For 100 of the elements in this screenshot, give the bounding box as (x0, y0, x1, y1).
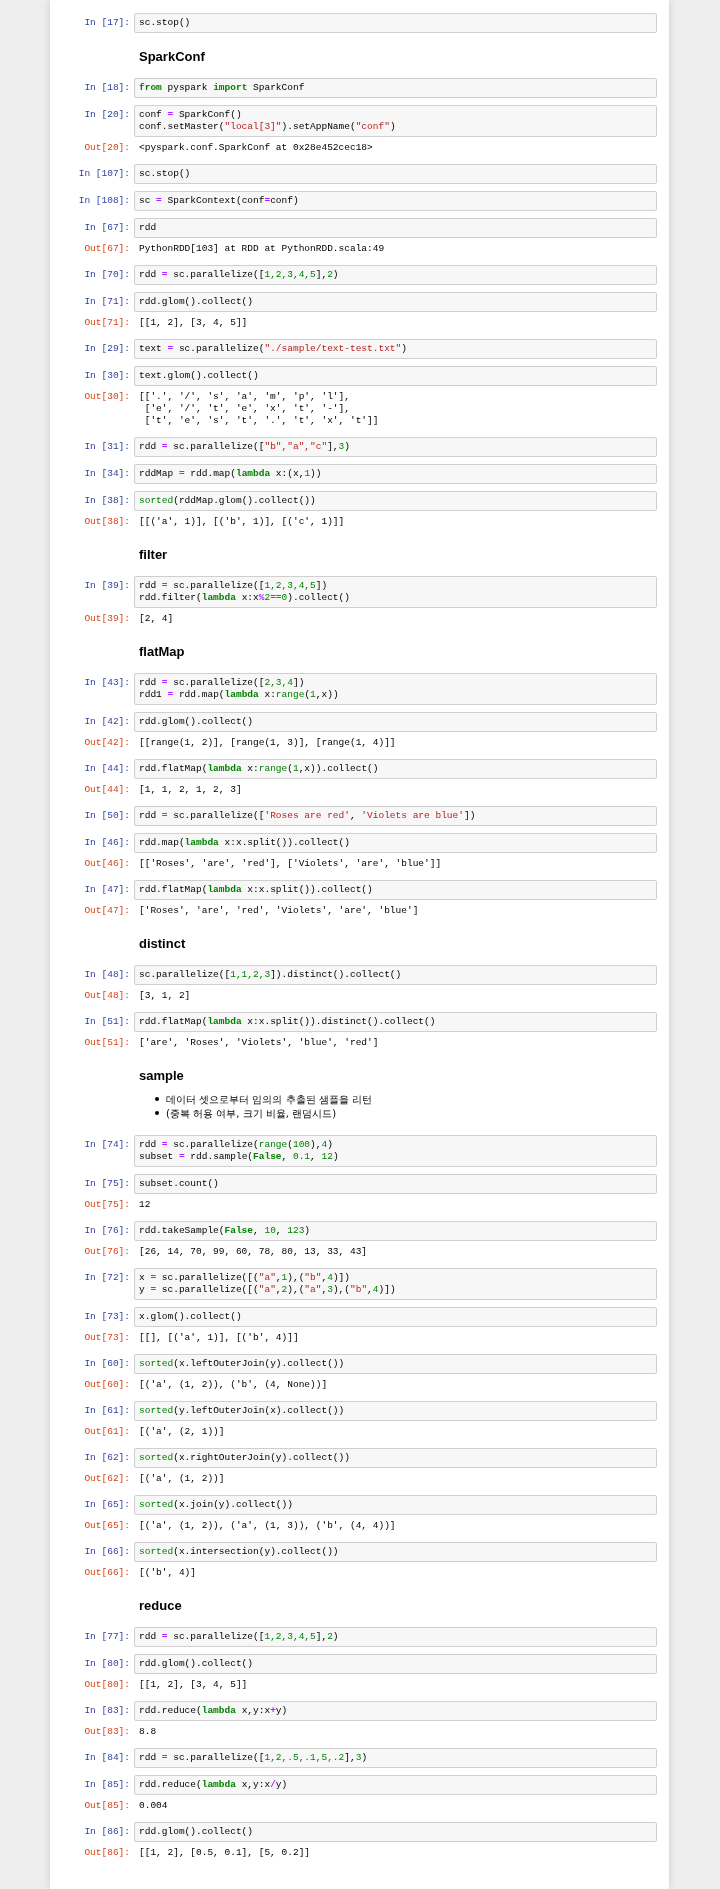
section-heading: sample (139, 1068, 185, 1084)
code-line: rdd = sc.parallelize([2,3,4]) (139, 677, 306, 689)
input-prompt: In [108]: (77, 194, 131, 207)
output-text: [('a', (2, 1))] (139, 1426, 226, 1438)
code-line: sorted(x.intersection(y).collect()) (139, 1546, 340, 1558)
code-cell[interactable]: sorted(x.join(y).collect()) (134, 1495, 657, 1515)
code-cell[interactable]: rdd = sc.parallelize([2,3,4]) rdd1 = rdd.map(lambda x:range(1,x)) (134, 673, 657, 705)
code-line: rdd = sc.parallelize(['Roses are red', 'Violets are blue']) (139, 810, 477, 822)
section-heading: distinct (139, 936, 187, 952)
output-prompt: Out[62]: (83, 1472, 131, 1485)
code-cell[interactable]: rdd.flatMap(lambda x:x.split()).distinct().collect() (134, 1012, 657, 1032)
code-line: rdd (139, 222, 158, 234)
code-line: rdd.map(lambda x:x.split()).collect() (139, 837, 351, 849)
section-heading: filter (139, 547, 169, 563)
code-line: rdd = sc.parallelize([1,2,.5,.1,5,.2],3) (139, 1752, 369, 1764)
code-cell[interactable]: rdd = sc.parallelize([1,2,3,4,5]) rdd.filter(lambda x:x%2==0).collect() (134, 576, 657, 608)
code-cell[interactable]: rdd = sc.parallelize([1,2,.5,.1,5,.2],3) (134, 1748, 657, 1768)
code-line: rdd.filter(lambda x:x%2==0).collect() (139, 592, 351, 604)
code-cell[interactable]: rdd = sc.parallelize(["b","a","c"],3) (134, 437, 657, 457)
input-prompt: In [75]: (83, 1177, 131, 1190)
code-cell[interactable]: text = sc.parallelize("./sample/text-test.txt") (134, 339, 657, 359)
section-heading: flatMap (139, 644, 186, 660)
code-line: sorted(x.leftOuterJoin(y).collect()) (139, 1358, 346, 1370)
input-prompt: In [39]: (83, 579, 131, 592)
code-cell[interactable]: sc.parallelize([1,1,2,3]).distinct().collect() (134, 965, 657, 985)
code-line: text = sc.parallelize("./sample/text-test.txt") (139, 343, 408, 355)
output-prompt: Out[42]: (83, 736, 131, 749)
code-cell[interactable]: rdd = sc.parallelize([1,2,3,4,5],2) (134, 265, 657, 285)
code-line: from pyspark import SparkConf (139, 82, 306, 94)
input-prompt: In [62]: (83, 1451, 131, 1464)
input-prompt: In [29]: (83, 342, 131, 355)
code-cell[interactable]: rdd.map(lambda x:x.split()).collect() (134, 833, 657, 853)
output-text: ['are', 'Roses', 'Violets', 'blue', 'red'] (139, 1037, 380, 1049)
output-prompt: Out[60]: (83, 1378, 131, 1391)
input-prompt: In [20]: (83, 108, 131, 121)
code-cell[interactable]: sorted(x.rightOuterJoin(y).collect()) (134, 1448, 657, 1468)
code-cell[interactable]: rdd = sc.parallelize(['Roses are red', 'Violets are blue']) (134, 806, 657, 826)
code-cell[interactable]: sc.stop() (134, 13, 657, 33)
code-line: rdd.flatMap(lambda x:x.split()).collect() (139, 884, 374, 896)
input-prompt: In [30]: (83, 369, 131, 382)
code-cell[interactable]: x.glom().collect() (134, 1307, 657, 1327)
code-line: text.glom().collect() (139, 370, 260, 382)
code-cell[interactable]: rdd.reduce(lambda x,y:x+y) (134, 1701, 657, 1721)
code-cell[interactable]: x = sc.parallelize([("a",1),("b",4)]) y = sc.parallelize([("a",2),("a",3),("b",4)]) (134, 1268, 657, 1300)
code-cell[interactable]: from pyspark import SparkConf (134, 78, 657, 98)
code-cell[interactable]: sc = SparkContext(conf=conf) (134, 191, 657, 211)
code-cell[interactable]: rddMap = rdd.map(lambda x:(x,1)) (134, 464, 657, 484)
code-line: sc.parallelize([1,1,2,3]).distinct().collect() (139, 969, 403, 981)
output-text: 0.004 (139, 1800, 169, 1812)
code-line: sorted(y.leftOuterJoin(x).collect()) (139, 1405, 346, 1417)
code-cell[interactable]: rdd = sc.parallelize(range(100),4) subset = rdd.sample(False, 0.1, 12) (134, 1135, 657, 1167)
input-prompt: In [31]: (83, 440, 131, 453)
output-text: 8.8 (139, 1726, 158, 1738)
code-line: conf = SparkConf() (139, 109, 243, 121)
code-cell[interactable]: rdd.flatMap(lambda x:x.split()).collect() (134, 880, 657, 900)
output-text: [('a', (1, 2))] (139, 1473, 226, 1485)
code-line: subset = rdd.sample(False, 0.1, 12) (139, 1151, 340, 1163)
code-cell[interactable]: sc.stop() (134, 164, 657, 184)
input-prompt: In [47]: (83, 883, 131, 896)
input-prompt: In [50]: (83, 809, 131, 822)
input-prompt: In [71]: (83, 295, 131, 308)
code-cell[interactable]: rdd.flatMap(lambda x:range(1,x)).collect() (134, 759, 657, 779)
output-text: ['t', 'e', 's', 't', '.', 't', 'x', 't']] (143, 415, 380, 427)
input-prompt: In [65]: (83, 1498, 131, 1511)
output-text: ['e', '/', 't', 'e', 'x', 't', '-'], (143, 403, 351, 415)
code-line: rdd.glom().collect() (139, 296, 255, 308)
code-cell[interactable]: sorted(y.leftOuterJoin(x).collect()) (134, 1401, 657, 1421)
code-line: sorted(x.join(y).collect()) (139, 1499, 294, 1511)
code-line: x = sc.parallelize([("a",1),("b",4)]) (139, 1272, 351, 1284)
code-cell[interactable]: rdd.glom().collect() (134, 292, 657, 312)
code-line: rdd.glom().collect() (139, 1658, 255, 1670)
output-prompt: Out[65]: (83, 1519, 131, 1532)
input-prompt: In [60]: (83, 1357, 131, 1370)
code-cell[interactable]: rdd.reduce(lambda x,y:x/y) (134, 1775, 657, 1795)
code-cell[interactable]: rdd (134, 218, 657, 238)
code-line: conf.setMaster("local[3]").setAppName("conf") (139, 121, 397, 133)
code-cell[interactable]: conf = SparkConf() conf.setMaster("local[3]").setAppName("conf") (134, 105, 657, 137)
code-cell[interactable]: sorted(x.leftOuterJoin(y).collect()) (134, 1354, 657, 1374)
output-text: [3, 1, 2] (139, 990, 192, 1002)
input-prompt: In [48]: (83, 968, 131, 981)
input-prompt: In [73]: (83, 1310, 131, 1323)
input-prompt: In [83]: (83, 1704, 131, 1717)
output-prompt: Out[85]: (83, 1799, 131, 1812)
bullet-text: (중복 허용 여부, 크기 비율, 랜덤시드) (166, 1106, 337, 1120)
output-prompt: Out[83]: (83, 1725, 131, 1738)
code-line: rdd.flatMap(lambda x:range(1,x)).collect() (139, 763, 380, 775)
code-cell[interactable]: rdd = sc.parallelize([1,2,3,4,5],2) (134, 1627, 657, 1647)
code-line: sc.stop() (139, 17, 192, 29)
input-prompt: In [46]: (83, 836, 131, 849)
code-cell[interactable]: rdd.takeSample(False, 10, 123) (134, 1221, 657, 1241)
code-cell[interactable]: rdd.glom().collect() (134, 1822, 657, 1842)
code-cell[interactable]: rdd.glom().collect() (134, 712, 657, 732)
code-cell[interactable]: text.glom().collect() (134, 366, 657, 386)
code-line: sorted(x.rightOuterJoin(y).collect()) (139, 1452, 351, 1464)
code-cell[interactable]: sorted(rddMap.glom().collect()) (134, 491, 657, 511)
output-text: [26, 14, 70, 99, 60, 78, 80, 13, 33, 43] (139, 1246, 369, 1258)
code-cell[interactable]: rdd.glom().collect() (134, 1654, 657, 1674)
code-cell[interactable]: subset.count() (134, 1174, 657, 1194)
code-cell[interactable]: sorted(x.intersection(y).collect()) (134, 1542, 657, 1562)
input-prompt: In [38]: (83, 494, 131, 507)
